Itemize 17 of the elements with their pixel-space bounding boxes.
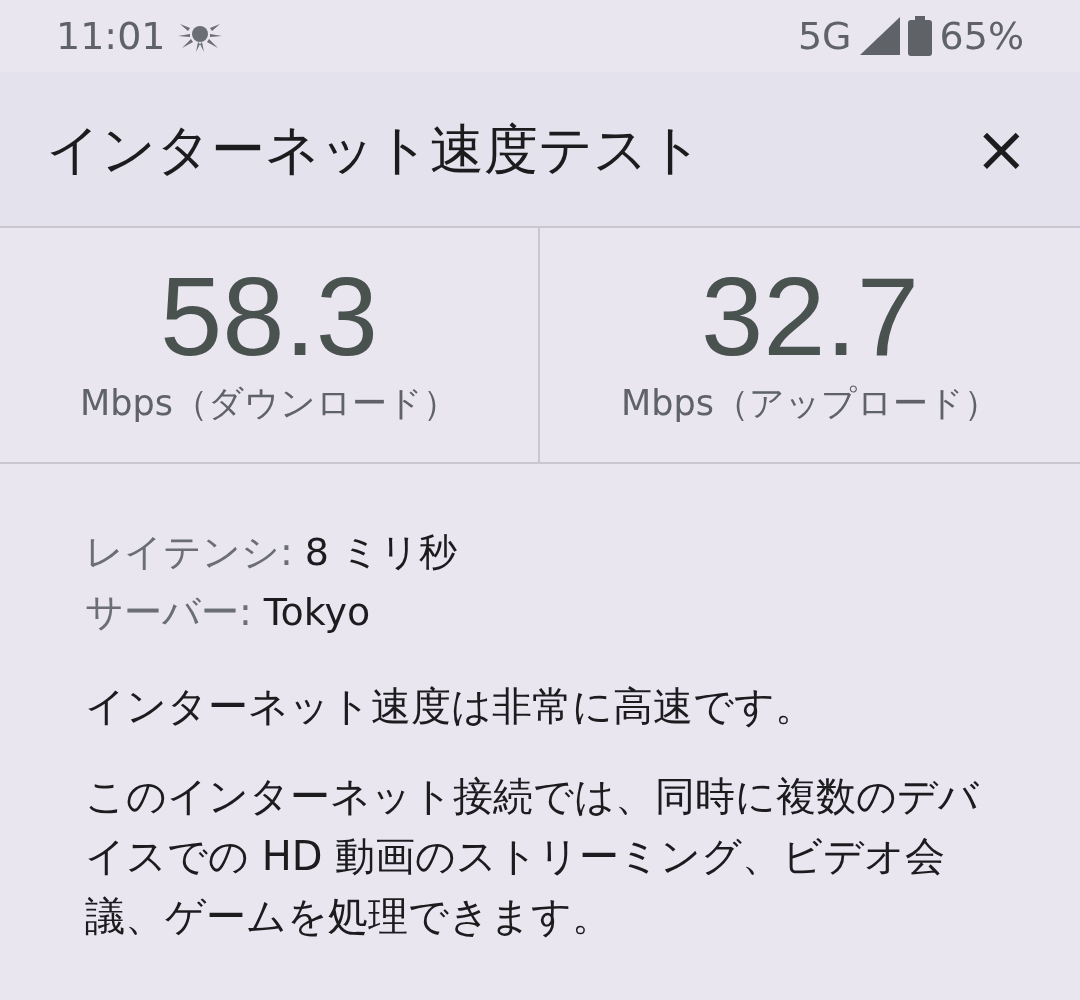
- detail-value: Tokyo: [263, 589, 371, 636]
- close-button[interactable]: ×: [974, 117, 1028, 181]
- speed-summary: インターネット速度は非常に高速です。: [85, 682, 816, 731]
- speed-description: このインターネット接続では、同時に複数のデバイスでの HD 動画のストリーミング、ビデオ会議、ゲームを処理できます。: [85, 772, 980, 941]
- status-time: 11:01: [56, 12, 166, 60]
- speed-unit: Mbps（アップロード）: [621, 381, 999, 425]
- battery-icon: [907, 16, 932, 56]
- battery-percentage: 65%: [939, 12, 1024, 60]
- detail-label: サーバー:: [85, 589, 252, 636]
- speed-value: 32.7: [701, 260, 919, 373]
- detail-label: レイテンシ:: [85, 529, 293, 576]
- signal-icon: [859, 17, 900, 55]
- dialog-title: インターネット速度テスト: [46, 116, 703, 183]
- speed-unit: Mbps（ダウンロード）: [80, 381, 458, 425]
- detail-value: 8 ミリ秒: [304, 529, 458, 576]
- speed-value: 58.3: [160, 260, 378, 373]
- network-type: 5G: [797, 12, 852, 60]
